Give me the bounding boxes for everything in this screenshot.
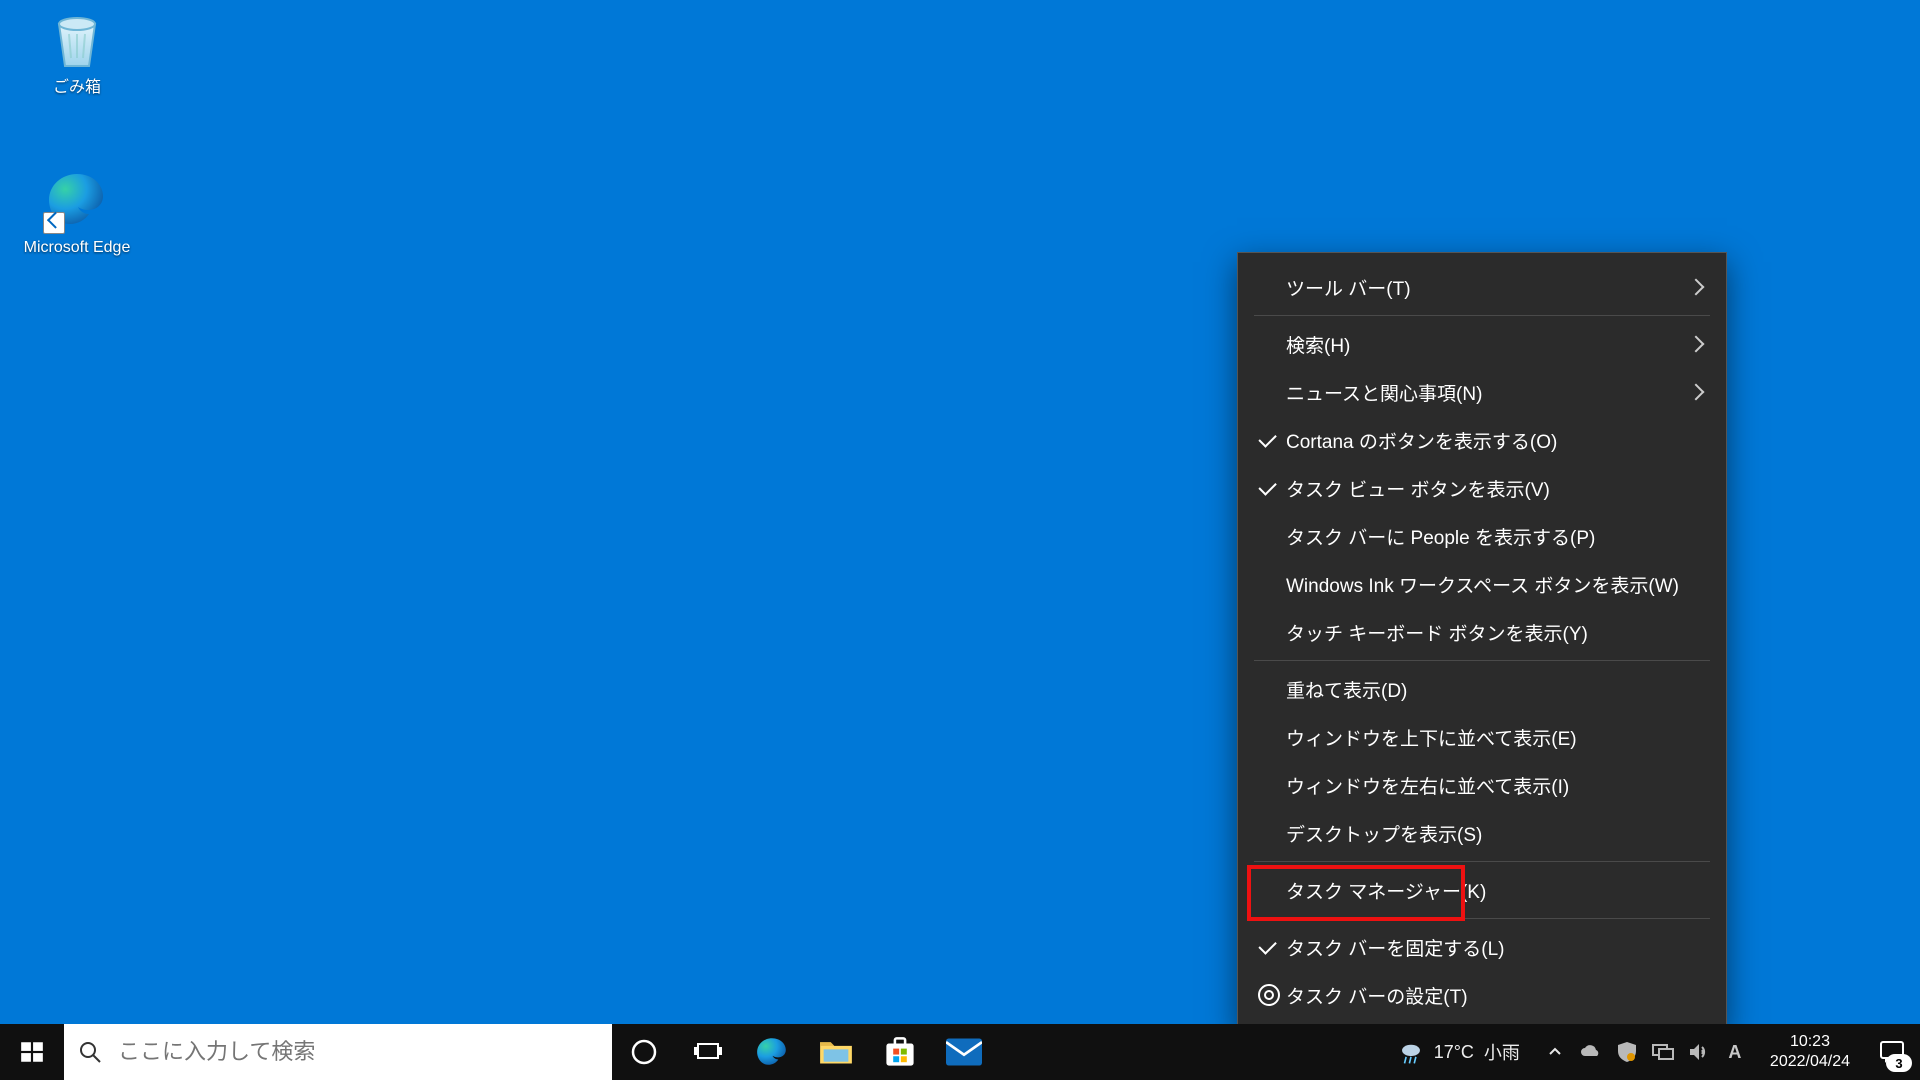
taskbar-context-menu: ツール バー(T) 検索(H) ニュースと関心事項(N) Cortana のボタンを表… bbox=[1237, 252, 1727, 1030]
security-tray-icon[interactable] bbox=[1616, 1041, 1638, 1063]
context-menu-item-label: タスク マネージャー(K) bbox=[1286, 877, 1684, 904]
context-menu-item-label: タスク バーを固定する(L) bbox=[1286, 934, 1684, 961]
context-menu-item-label: Windows Ink ワークスペース ボタンを表示(W) bbox=[1286, 571, 1684, 598]
desktop-icon-recycle-bin[interactable]: ごみ箱 bbox=[22, 8, 132, 97]
context-menu-item-label: ウィンドウを上下に並べて表示(E) bbox=[1286, 724, 1684, 751]
notification-count-badge: 3 bbox=[1886, 1054, 1912, 1072]
context-menu-item-label: ツール バー(T) bbox=[1286, 274, 1684, 301]
network-tray-icon[interactable] bbox=[1652, 1041, 1674, 1063]
chevron-right-icon bbox=[1690, 338, 1702, 350]
pinned-app-edge[interactable] bbox=[740, 1024, 804, 1080]
search-input[interactable] bbox=[116, 1038, 598, 1066]
check-icon bbox=[1261, 942, 1277, 952]
action-center-button[interactable]: 3 bbox=[1864, 1024, 1920, 1080]
tray-overflow-button[interactable] bbox=[1544, 1041, 1566, 1063]
context-menu-item-label: タッチ キーボード ボタンを表示(Y) bbox=[1286, 619, 1684, 646]
context-menu-item[interactable]: Windows Ink ワークスペース ボタンを表示(W) bbox=[1238, 560, 1726, 608]
context-menu-item[interactable]: ツール バー(T) bbox=[1238, 263, 1726, 311]
context-menu-item-label: タスク ビュー ボタンを表示(V) bbox=[1286, 475, 1684, 502]
pinned-app-mail[interactable] bbox=[932, 1024, 996, 1080]
context-menu-item[interactable]: ウィンドウを上下に並べて表示(E) bbox=[1238, 713, 1726, 761]
gear-icon bbox=[1258, 984, 1280, 1006]
context-menu-item-label: ニュースと関心事項(N) bbox=[1286, 379, 1684, 406]
context-menu-item[interactable]: 重ねて表示(D) bbox=[1238, 665, 1726, 713]
desktop-icon-edge[interactable]: Microsoft Edge bbox=[22, 168, 132, 257]
context-menu-item[interactable]: ウィンドウを左右に並べて表示(I) bbox=[1238, 761, 1726, 809]
shortcut-badge-icon bbox=[43, 212, 65, 234]
volume-tray-icon[interactable] bbox=[1688, 1041, 1710, 1063]
weather-temp: 17°C bbox=[1434, 1042, 1474, 1063]
context-menu-item[interactable]: デスクトップを表示(S) bbox=[1238, 809, 1726, 857]
onedrive-tray-icon[interactable] bbox=[1580, 1041, 1602, 1063]
context-menu-item-label: ウィンドウを左右に並べて表示(I) bbox=[1286, 772, 1684, 799]
context-menu-item-label: Cortana のボタンを表示する(O) bbox=[1286, 427, 1684, 454]
context-menu-item-label: 重ねて表示(D) bbox=[1286, 676, 1684, 703]
context-menu-item[interactable]: タッチ キーボード ボタンを表示(Y) bbox=[1238, 608, 1726, 656]
pinned-app-store[interactable] bbox=[868, 1024, 932, 1080]
taskbar-search[interactable] bbox=[64, 1024, 612, 1080]
context-menu-item[interactable]: 検索(H) bbox=[1238, 320, 1726, 368]
context-menu-item[interactable]: ニュースと関心事項(N) bbox=[1238, 368, 1726, 416]
clock-time: 10:23 bbox=[1770, 1032, 1850, 1052]
weather-widget[interactable]: 17°C 小雨 bbox=[1384, 1024, 1534, 1080]
context-menu-item[interactable]: タスク ビュー ボタンを表示(V) bbox=[1238, 464, 1726, 512]
search-icon bbox=[78, 1040, 102, 1064]
system-tray[interactable]: A bbox=[1534, 1024, 1756, 1080]
chevron-right-icon bbox=[1690, 386, 1702, 398]
context-menu-item-label: デスクトップを表示(S) bbox=[1286, 820, 1684, 847]
check-icon bbox=[1261, 483, 1277, 493]
weather-cond: 小雨 bbox=[1484, 1039, 1520, 1065]
task-view-button[interactable] bbox=[676, 1024, 740, 1080]
cortana-button[interactable] bbox=[612, 1024, 676, 1080]
weather-rain-icon bbox=[1398, 1039, 1424, 1065]
context-menu-item-label: 検索(H) bbox=[1286, 331, 1684, 358]
cortana-icon bbox=[630, 1038, 658, 1066]
windows-logo-icon bbox=[19, 1039, 45, 1065]
edge-icon bbox=[754, 1034, 790, 1070]
check-icon bbox=[1261, 435, 1277, 445]
mail-icon bbox=[946, 1034, 982, 1070]
chevron-right-icon bbox=[1690, 281, 1702, 293]
context-menu-item-label: タスク バーに People を表示する(P) bbox=[1286, 523, 1684, 550]
microsoft-store-icon bbox=[882, 1034, 918, 1070]
task-view-icon bbox=[693, 1040, 723, 1064]
pinned-app-explorer[interactable] bbox=[804, 1024, 868, 1080]
recycle-bin-icon bbox=[45, 8, 109, 72]
desktop-icon-label: ごみ箱 bbox=[22, 78, 132, 97]
context-menu-item[interactable]: タスク バーに People を表示する(P) bbox=[1238, 512, 1726, 560]
clock-date: 2022/04/24 bbox=[1770, 1052, 1850, 1072]
taskbar-empty-area[interactable] bbox=[996, 1024, 1384, 1080]
context-menu-item[interactable]: Cortana のボタンを表示する(O) bbox=[1238, 416, 1726, 464]
context-menu-item[interactable]: タスク バーの設定(T) bbox=[1238, 971, 1726, 1019]
edge-icon bbox=[45, 168, 109, 232]
file-explorer-icon bbox=[818, 1034, 854, 1070]
context-menu-item[interactable]: タスク バーを固定する(L) bbox=[1238, 923, 1726, 971]
context-menu-item-label: タスク バーの設定(T) bbox=[1286, 982, 1684, 1009]
context-menu-item[interactable]: タスク マネージャー(K) bbox=[1238, 866, 1726, 914]
desktop-icon-label: Microsoft Edge bbox=[22, 238, 132, 257]
start-button[interactable] bbox=[0, 1024, 64, 1080]
taskbar[interactable]: 17°C 小雨 A 10:23 2022/04/24 3 bbox=[0, 1024, 1920, 1080]
ime-tray-icon[interactable]: A bbox=[1724, 1041, 1746, 1063]
taskbar-clock[interactable]: 10:23 2022/04/24 bbox=[1756, 1024, 1864, 1080]
